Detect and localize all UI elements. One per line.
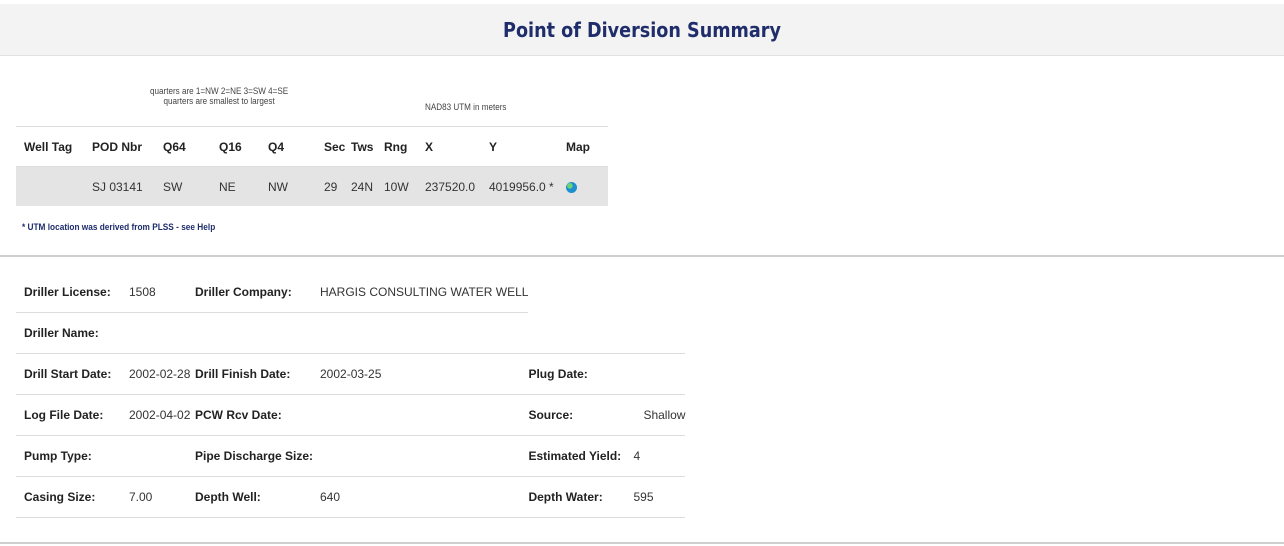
driller-row-license: Driller License: 1508 Driller Company: H… (16, 272, 685, 313)
quarters-note-line1: quarters are 1=NW 2=NE 3=SW 4=SE (150, 86, 289, 96)
col-header-y: Y (489, 126, 566, 167)
bottom-divider (0, 542, 1284, 544)
cell-sec: 29 (324, 166, 351, 206)
plug-date-label: Plug Date: (528, 353, 626, 395)
quarters-note-line2: quarters are smallest to largest (163, 96, 275, 106)
drill-finish-value: 2002-03-25 (320, 353, 529, 395)
globe-icon[interactable] (566, 181, 577, 193)
pump-type-label: Pump Type: (16, 435, 121, 477)
driller-company-label: Driller Company: (195, 272, 320, 313)
casing-size-label: Casing Size: (16, 476, 121, 518)
depth-water-label: Depth Water: (528, 476, 626, 518)
estimated-yield-label: Estimated Yield: (528, 435, 626, 477)
source-label: Source: (528, 394, 626, 436)
driller-row-pump: Pump Type: Pipe Discharge Size: Estimate… (16, 435, 686, 477)
pod-table: Well Tag POD Nbr Q64 Q16 Q4 Sec Tws Rng … (16, 126, 608, 206)
col-header-q64: Q64 (163, 126, 219, 167)
cell-rng: 10W (384, 166, 425, 206)
drill-start-label: Drill Start Date: (16, 353, 121, 395)
col-header-sec: Sec (324, 126, 351, 167)
col-header-tws: Tws (351, 126, 384, 167)
cell-tws: 24N (351, 166, 384, 206)
cell-x: 237520.0 (425, 166, 489, 206)
col-header-q4: Q4 (268, 126, 324, 167)
driller-license-value: 1508 (121, 272, 195, 313)
depth-well-value: 640 (320, 476, 529, 518)
log-file-value: 2002-04-02 (121, 394, 195, 436)
log-file-label: Log File Date: (16, 394, 121, 436)
depth-well-label: Depth Well: (195, 476, 320, 518)
driller-row-dates: Drill Start Date: 2002-02-28 Drill Finis… (16, 353, 686, 395)
cell-well-tag (16, 166, 84, 206)
col-header-well-tag: Well Tag (16, 126, 84, 167)
driller-company-value: HARGIS CONSULTING WATER WELL (320, 272, 529, 313)
driller-info-table: Driller License: 1508 Driller Company: H… (16, 272, 686, 518)
depth-water-value: 595 (625, 476, 686, 518)
table-row: SJ 03141 SW NE NW 29 24N 10W 237520.0 40… (16, 166, 608, 206)
col-header-pod-nbr: POD Nbr (84, 126, 163, 167)
drill-finish-label: Drill Finish Date: (195, 353, 320, 395)
quarters-note: quarters are 1=NW 2=NE 3=SW 4=SE quarter… (150, 86, 288, 106)
driller-name-label: Driller Name: (16, 312, 121, 354)
pcw-rcv-value (320, 394, 529, 436)
driller-license-label: Driller License: (16, 272, 121, 313)
utm-units-note: NAD83 UTM in meters (425, 102, 507, 112)
section-divider (0, 255, 1284, 257)
plug-date-value (625, 353, 686, 395)
cell-y: 4019956.0 * (489, 166, 566, 206)
col-header-map: Map (566, 126, 608, 167)
casing-size-value: 7.00 (121, 476, 195, 518)
pod-table-header: Well Tag POD Nbr Q64 Q16 Q4 Sec Tws Rng … (16, 126, 608, 167)
page-header: Point of Diversion Summary (0, 4, 1284, 56)
cell-map (566, 166, 608, 206)
driller-row-name: Driller Name: (16, 312, 686, 354)
col-header-q16: Q16 (219, 126, 268, 167)
driller-row-casing: Casing Size: 7.00 Depth Well: 640 Depth … (16, 476, 686, 518)
drill-start-value: 2002-02-28 (121, 353, 195, 395)
cell-q64: SW (163, 166, 219, 206)
page-title: Point of Diversion Summary (503, 18, 781, 42)
pipe-discharge-label: Pipe Discharge Size: (195, 435, 320, 477)
col-header-x: X (425, 126, 489, 167)
source-value: Shallow (625, 394, 686, 436)
driller-name-value (121, 312, 195, 354)
cell-pod-nbr: SJ 03141 (84, 166, 163, 206)
pump-type-value (121, 435, 195, 477)
cell-q16: NE (219, 166, 268, 206)
utm-footnote: * UTM location was derived from PLSS - s… (22, 222, 216, 232)
pipe-discharge-value (320, 435, 529, 477)
pcw-rcv-label: PCW Rcv Date: (195, 394, 320, 436)
col-header-rng: Rng (384, 126, 425, 167)
driller-row-log: Log File Date: 2002-04-02 PCW Rcv Date: … (16, 394, 686, 436)
cell-q4: NW (268, 166, 324, 206)
estimated-yield-value: 4 (625, 435, 686, 477)
